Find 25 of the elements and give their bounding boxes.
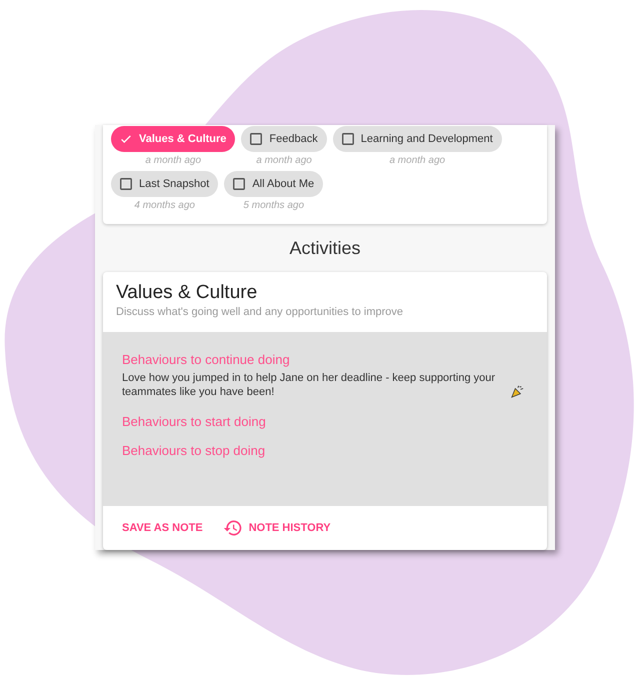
checkbox-icon xyxy=(340,132,355,146)
prompt-heading[interactable]: Behaviours to continue doing xyxy=(122,352,528,367)
card-subtitle: Discuss what's going well and any opportunities to improve xyxy=(116,306,404,318)
time-label: a month ago xyxy=(145,155,202,166)
note-history-button[interactable]: NOTE HISTORY xyxy=(222,516,331,540)
topic-chip[interactable]: Last Snapshot xyxy=(111,171,218,197)
time-label: a month ago xyxy=(389,155,446,166)
checkbox-icon xyxy=(249,132,264,146)
time-label: 5 months ago xyxy=(243,200,304,211)
checkbox-icon xyxy=(232,177,246,191)
party-popper-icon xyxy=(510,384,524,399)
topic-chip[interactable]: All About Me xyxy=(224,171,324,197)
section-title: Activities xyxy=(288,238,362,259)
prompt-heading[interactable]: Behaviours to stop doing xyxy=(122,442,528,458)
prompt-heading[interactable]: Behaviours to start doing xyxy=(122,414,528,429)
history-icon xyxy=(222,518,243,538)
note-text: Love how you jumped in to help Jane on her deadline - keep supporting your teammates like you have been! xyxy=(122,371,496,400)
time-label: a month ago xyxy=(256,155,312,166)
topic-chip[interactable]: Values & Culture xyxy=(111,126,236,152)
topic-chip[interactable]: Feedback xyxy=(241,126,327,152)
time-label: 4 months ago xyxy=(134,200,195,211)
checkbox-icon xyxy=(119,177,133,191)
topic-chip[interactable]: Learning and Development xyxy=(332,126,502,152)
save-note-button[interactable]: SAVE AS NOTE xyxy=(122,516,203,540)
card-title: Values & Culture xyxy=(116,282,258,304)
